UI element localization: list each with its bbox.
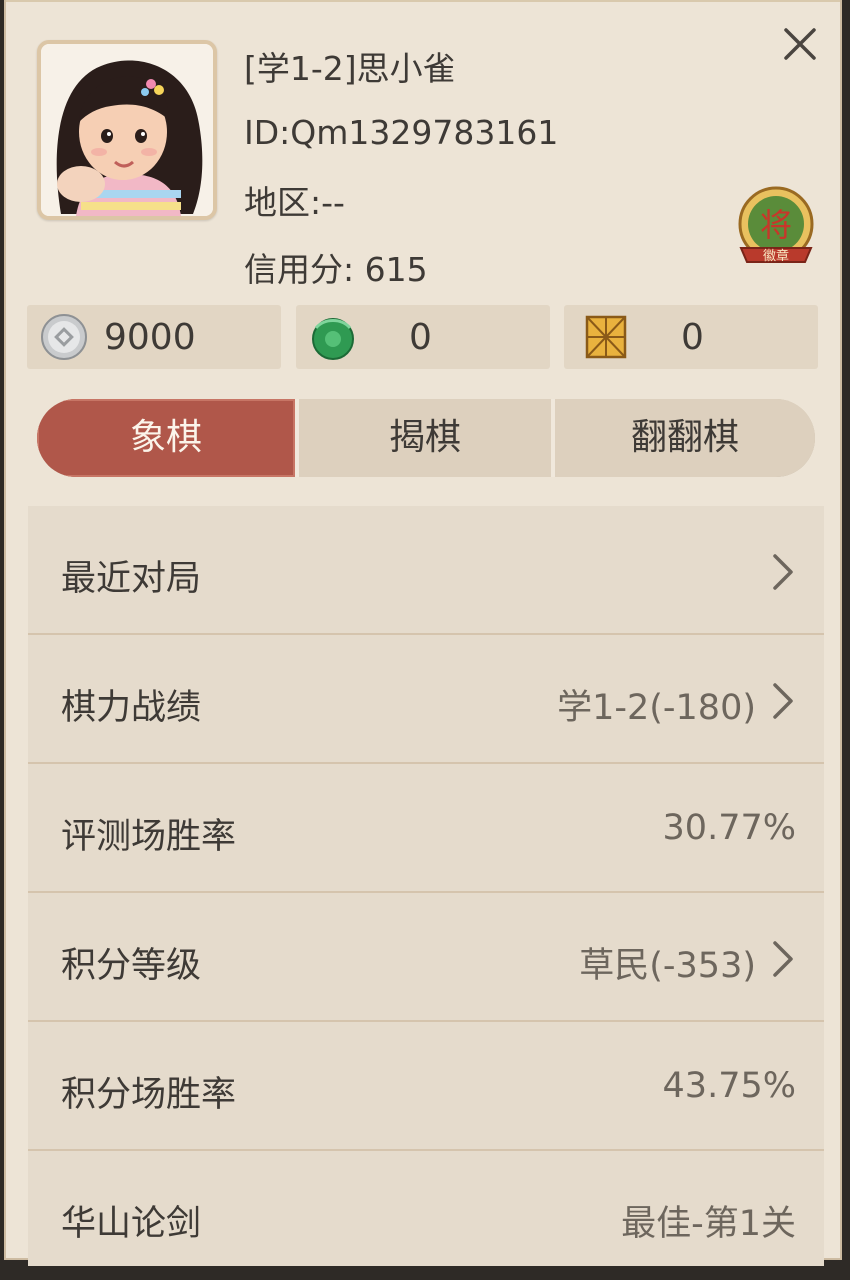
row-value: 最佳-第1关 xyxy=(621,1204,796,1244)
avatar[interactable] xyxy=(37,40,217,220)
row-label: 积分场胜率 xyxy=(61,1075,237,1115)
player-id: ID:Qm1329783161 xyxy=(244,113,559,152)
tab-fanfanqi[interactable]: 翻翻棋 xyxy=(555,399,815,477)
row-points-level[interactable]: 积分等级 草民(-353) xyxy=(28,893,824,1022)
medal-main-text: 将 xyxy=(760,206,792,244)
row-label: 评测场胜率 xyxy=(61,817,237,857)
row-points-winrate: 积分场胜率 43.75% xyxy=(28,1022,824,1151)
jade-icon xyxy=(312,318,354,360)
board-ticket-value: 0 xyxy=(681,317,704,358)
row-value: 学1-2(-180) xyxy=(557,688,756,728)
board-ticket-icon xyxy=(585,315,627,359)
credit-score: 信用分: 615 xyxy=(244,250,428,289)
row-recent-games[interactable]: 最近对局 xyxy=(28,506,824,635)
tab-xiangqi[interactable]: 象棋 xyxy=(37,399,295,477)
board-ticket-counter[interactable]: 0 xyxy=(564,305,818,369)
player-region: 地区:-- xyxy=(244,183,345,222)
stats-list: 最近对局 棋力战绩 学1-2(-180) 评测场胜率 30.77% 积分等级 草… xyxy=(28,506,824,1266)
row-label: 华山论剑 xyxy=(61,1204,202,1244)
tab-jieqi[interactable]: 揭棋 xyxy=(299,399,551,477)
chevron-right-icon xyxy=(773,941,793,977)
chevron-right-icon xyxy=(773,554,793,590)
chevron-right-icon xyxy=(773,683,793,719)
medal-sub-text: 徽章 xyxy=(763,248,789,264)
silver-coin-icon xyxy=(41,314,87,360)
row-huashan: 华山论剑 最佳-第1关 xyxy=(28,1151,824,1280)
medal-icon: 将 徽章 xyxy=(738,186,814,264)
profile-panel: [学1-2]思小雀 ID:Qm1329783161 地区:-- 信用分: 615… xyxy=(4,0,842,1266)
row-label: 棋力战绩 xyxy=(61,688,202,728)
close-icon xyxy=(784,28,816,60)
game-type-tabs: 象棋 揭棋 翻翻棋 xyxy=(37,399,815,477)
row-label: 积分等级 xyxy=(61,946,202,986)
row-value: 30.77% xyxy=(662,808,796,848)
jade-counter[interactable]: 0 xyxy=(296,305,550,369)
row-value: 43.75% xyxy=(662,1066,796,1106)
silver-coin-value: 9000 xyxy=(104,317,196,358)
player-name: [学1-2]思小雀 xyxy=(244,49,456,88)
jade-value: 0 xyxy=(409,317,432,358)
row-label: 最近对局 xyxy=(61,559,202,599)
row-value: 草民(-353) xyxy=(579,946,756,986)
general-medal-badge[interactable]: 将 徽章 xyxy=(731,184,821,274)
avatar-image xyxy=(41,44,213,216)
silver-coin-counter[interactable]: 9000 xyxy=(27,305,281,369)
row-rated-winrate: 评测场胜率 30.77% xyxy=(28,764,824,893)
row-skill-record[interactable]: 棋力战绩 学1-2(-180) xyxy=(28,635,824,764)
close-button[interactable] xyxy=(780,24,820,64)
